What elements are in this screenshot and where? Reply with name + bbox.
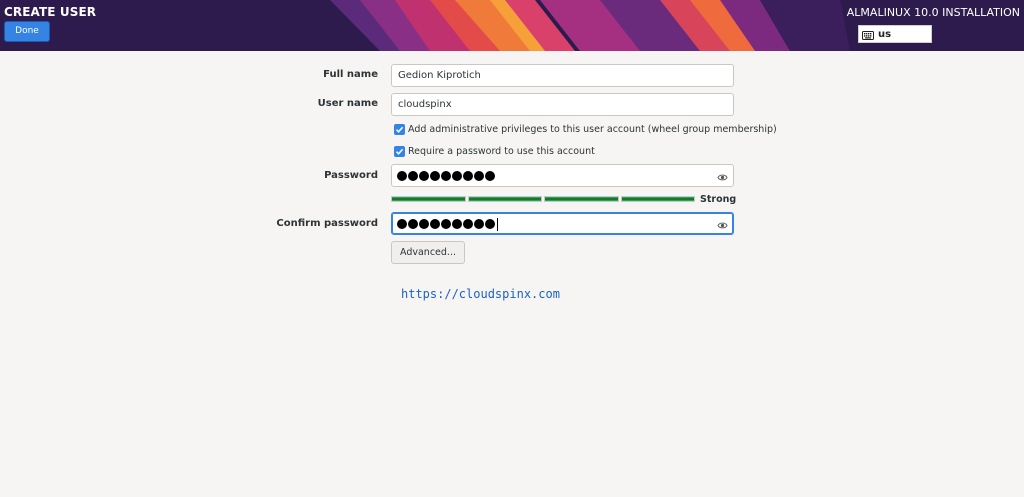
password-dot	[452, 219, 462, 229]
password-strength-label: Strong	[700, 194, 737, 205]
admin-privileges-checkbox[interactable]	[394, 124, 405, 135]
strength-segment	[620, 196, 695, 202]
checkmark-icon	[395, 148, 404, 155]
password-strength-meter	[391, 196, 695, 202]
password-dot	[485, 219, 495, 229]
strength-segment	[391, 196, 466, 202]
password-dot	[485, 171, 495, 181]
confirm-password-label: Confirm password	[276, 218, 378, 229]
product-title: ALMALINUX 10.0 INSTALLATION	[846, 6, 1020, 19]
full-name-label: Full name	[323, 69, 378, 80]
password-dot	[430, 219, 440, 229]
confirm-password-mask	[397, 217, 498, 231]
admin-privileges-label: Add administrative privileges to this us…	[408, 124, 777, 135]
require-password-label: Require a password to use this account	[408, 146, 595, 157]
full-name-field[interactable]: Gedion Kiprotich	[391, 64, 734, 87]
password-label: Password	[324, 170, 378, 181]
keyboard-icon	[862, 25, 874, 44]
password-field[interactable]	[391, 164, 734, 187]
done-button[interactable]: Done	[4, 21, 50, 42]
password-dot	[397, 171, 407, 181]
require-password-checkbox[interactable]	[394, 146, 405, 157]
admin-privileges-checkbox-row[interactable]: Add administrative privileges to this us…	[394, 124, 777, 135]
password-dot	[452, 171, 462, 181]
keyboard-layout-indicator[interactable]: us	[858, 25, 932, 43]
strength-segment	[544, 196, 619, 202]
password-dot	[441, 171, 451, 181]
password-dot	[419, 219, 429, 229]
confirm-password-field[interactable]	[391, 212, 734, 235]
password-dot	[474, 219, 484, 229]
eye-icon[interactable]	[717, 170, 728, 191]
text-caret	[497, 217, 498, 231]
advanced-button[interactable]: Advanced...	[391, 241, 465, 264]
password-dot	[419, 171, 429, 181]
password-dot	[408, 219, 418, 229]
header-bar: CREATE USER Done ALMALINUX 10.0 INSTALLA…	[0, 0, 1024, 51]
password-dot	[463, 171, 473, 181]
page-title: CREATE USER	[4, 5, 97, 19]
keyboard-layout-label: us	[878, 28, 892, 40]
strength-segment	[467, 196, 542, 202]
password-dot	[430, 171, 440, 181]
password-dot	[397, 219, 407, 229]
checkmark-icon	[395, 126, 404, 133]
watermark-url: https://cloudspinx.com	[401, 287, 560, 301]
password-dot	[463, 219, 473, 229]
eye-icon[interactable]	[717, 218, 728, 239]
password-dot	[474, 171, 484, 181]
password-dot	[408, 171, 418, 181]
user-name-label: User name	[317, 98, 378, 109]
user-name-field[interactable]: cloudspinx	[391, 93, 734, 116]
require-password-checkbox-row[interactable]: Require a password to use this account	[394, 146, 595, 157]
password-mask	[397, 170, 495, 182]
password-dot	[441, 219, 451, 229]
